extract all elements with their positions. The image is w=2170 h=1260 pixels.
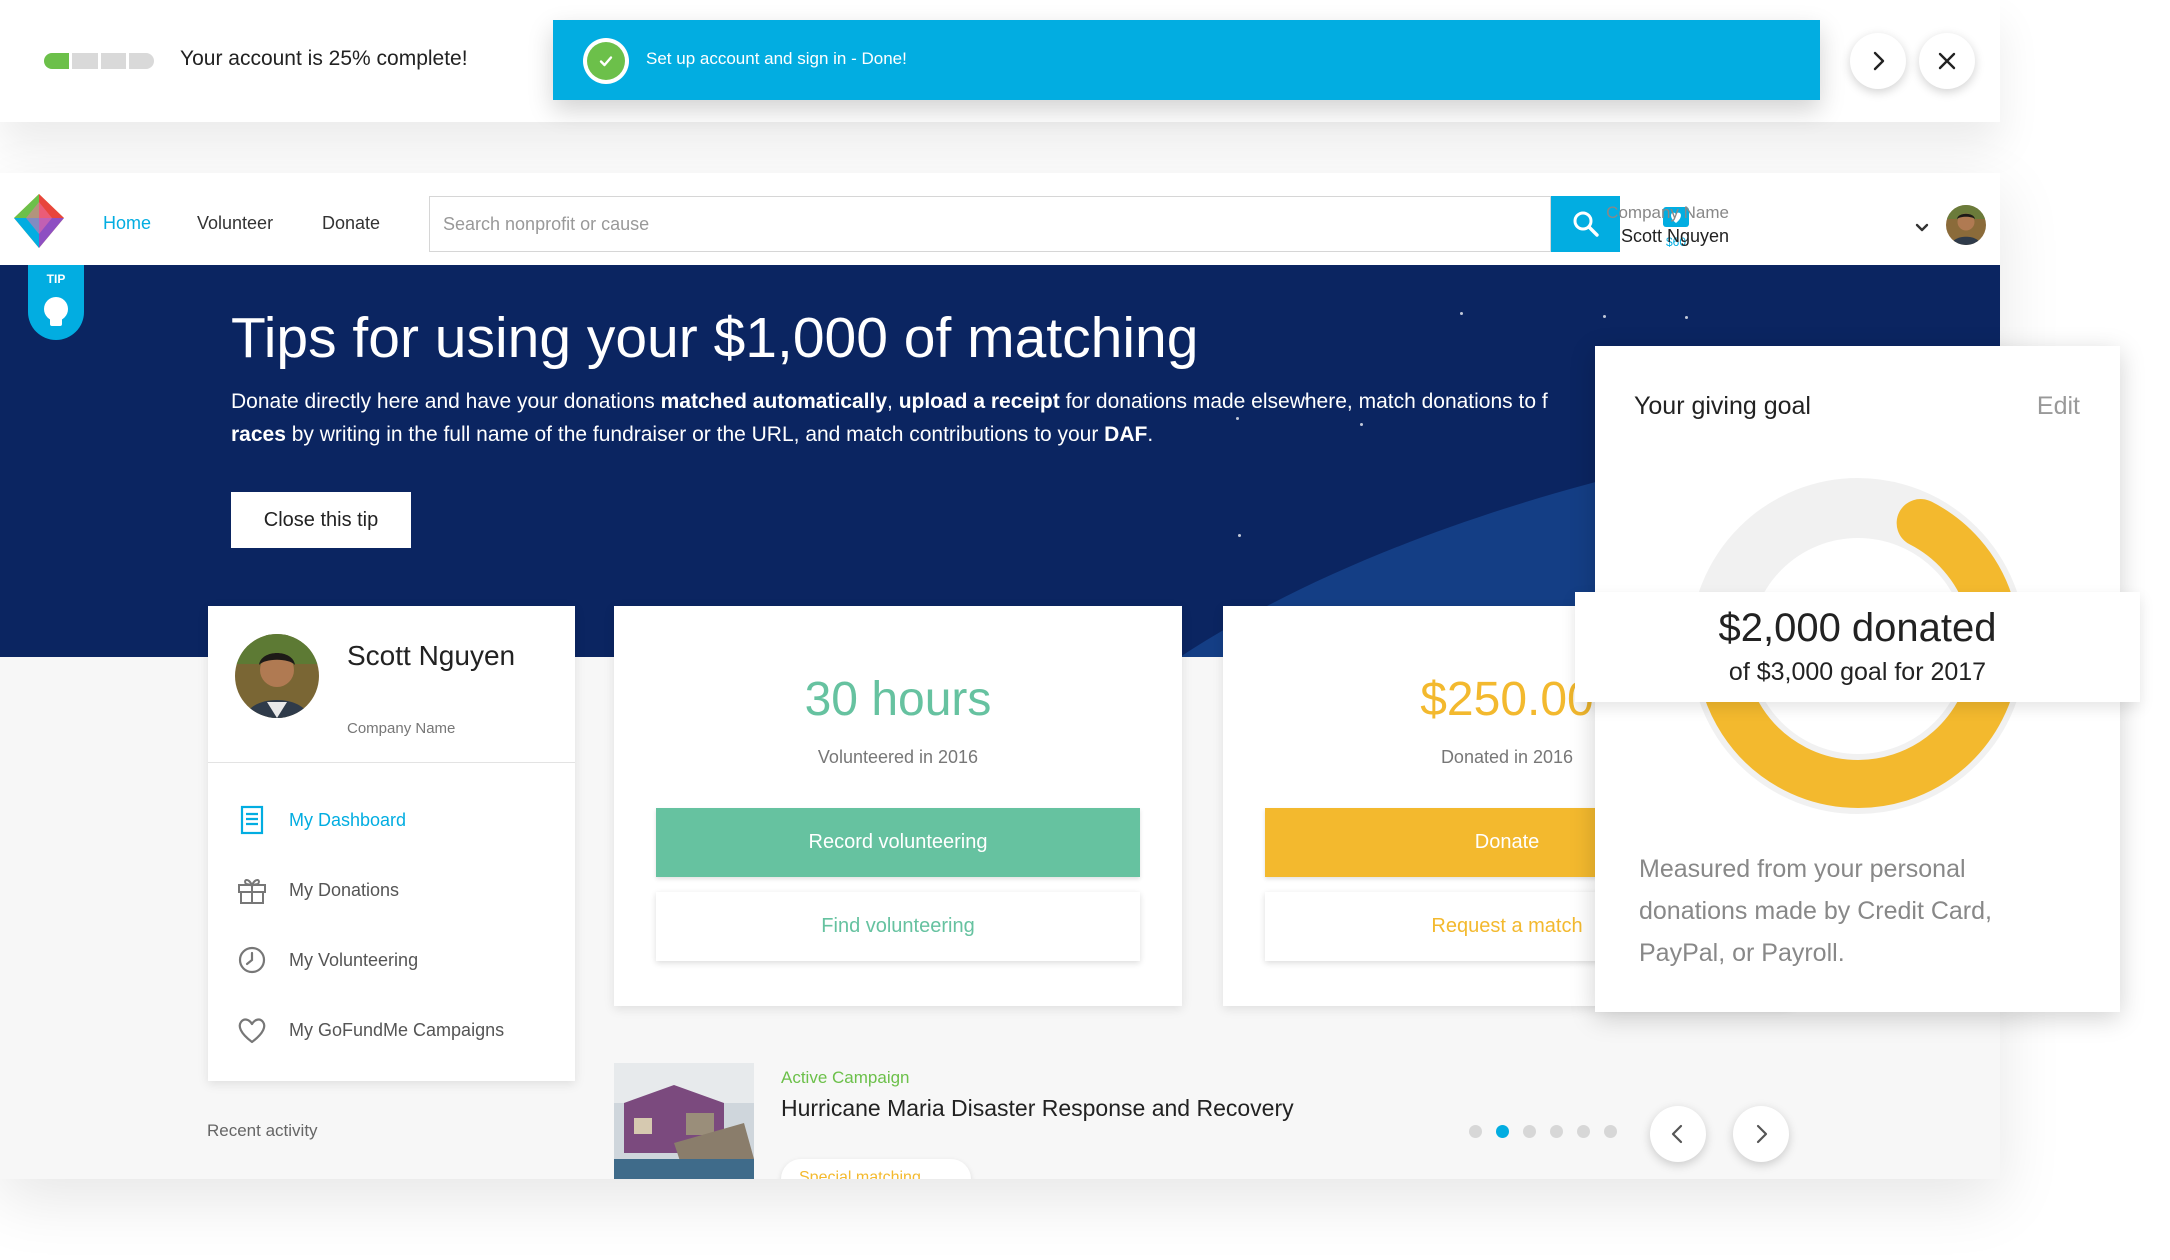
nav-donate-link[interactable]: Donate [322, 213, 380, 234]
carousel-dot[interactable] [1550, 1125, 1563, 1138]
search-box [429, 196, 1552, 252]
find-volunteering-button[interactable]: Find volunteering [656, 892, 1140, 961]
chevron-right-icon [1756, 1124, 1768, 1144]
carousel-dot[interactable] [1577, 1125, 1590, 1138]
progress-segment [100, 53, 126, 69]
volunteer-summary-card: 30 hours Volunteered in 2016 Record volu… [614, 606, 1182, 1006]
carousel-dot[interactable] [1469, 1125, 1482, 1138]
star-decoration [1603, 315, 1606, 318]
account-progress-bar: Your account is 25% complete! Set up acc… [0, 0, 2000, 122]
chevron-right-icon [1873, 51, 1885, 71]
volunteer-hours: 30 hours [804, 673, 992, 726]
tip-title: Tips for using your $1,000 of matching [231, 306, 1199, 370]
progress-segment [128, 53, 154, 69]
top-navigation: Home Volunteer Donate $60 Company Name S… [0, 173, 2000, 265]
special-matching-badge[interactable]: Special matching [781, 1159, 971, 1179]
carousel-dot[interactable] [1496, 1125, 1509, 1138]
goal-target-text: of $3,000 goal for 2017 [1728, 658, 1987, 686]
sidebar-item-donations[interactable]: My Donations [235, 873, 555, 907]
carousel-dot[interactable] [1523, 1125, 1536, 1138]
star-decoration [1460, 312, 1463, 315]
campaign-title[interactable]: Hurricane Maria Disaster Response and Re… [781, 1095, 1294, 1122]
sidebar-item-label: My Donations [289, 880, 400, 900]
giving-goal-title: Your giving goal [1634, 392, 1811, 420]
sidebar-item-label: My GoFundMe Campaigns [289, 1020, 505, 1040]
campaign-kicker: Active Campaign [781, 1068, 910, 1087]
volunteer-caption: Volunteered in 2016 [817, 747, 979, 767]
chevron-down-icon[interactable] [1915, 223, 1929, 233]
toast-message: Set up account and sign in - Done! [646, 49, 907, 68]
carousel-dots [1469, 1125, 1617, 1138]
carousel-prev-button[interactable] [1650, 1106, 1706, 1162]
profile-card: Scott Nguyen Company Name My Dashboard M… [208, 606, 575, 1081]
dismiss-progress-button[interactable] [1919, 33, 1975, 89]
search-input[interactable] [430, 197, 1552, 251]
goal-summary-band: $2,000 donated of $3,000 goal for 2017 [1575, 592, 2140, 702]
sidebar-item-volunteering[interactable]: My Volunteering [235, 943, 555, 977]
giving-goal-panel: Your giving goal Edit $2,000 donated of … [1575, 346, 2140, 1012]
tip-body: Donate directly here and have your donat… [231, 390, 1548, 446]
nav-user-name[interactable]: Scott Nguyen [1621, 226, 1729, 247]
avatar[interactable] [235, 634, 319, 718]
next-step-button[interactable] [1850, 33, 1906, 89]
sidebar-item-dashboard[interactable]: My Dashboard [235, 803, 555, 837]
carousel-next-button[interactable] [1733, 1106, 1789, 1162]
search-icon [1573, 211, 1599, 237]
record-volunteering-button[interactable]: Record volunteering [656, 808, 1140, 877]
svg-text:TIP: TIP [47, 272, 66, 286]
campaign-image[interactable] [614, 1063, 754, 1179]
goal-note: Measured from your personal donations ma… [1639, 855, 1992, 967]
recent-activity-heading: Recent activity [207, 1121, 318, 1140]
heart-icon [238, 1018, 266, 1044]
progress-segment-filled [44, 53, 70, 69]
goal-donated-amount: $2,000 donated [1718, 606, 1997, 650]
clock-icon [238, 946, 266, 974]
sidebar-item-gofundme[interactable]: My GoFundMe Campaigns [235, 1013, 555, 1047]
star-decoration [1685, 316, 1688, 319]
brand-logo-icon[interactable] [14, 194, 64, 248]
close-icon [1938, 52, 1956, 70]
progress-message: Your account is 25% complete! [180, 47, 468, 70]
chevron-left-icon [1671, 1124, 1683, 1144]
avatar[interactable] [1946, 205, 1986, 245]
close-tip-button[interactable]: Close this tip [231, 492, 411, 548]
nav-volunteer-link[interactable]: Volunteer [197, 213, 273, 234]
success-toast: Set up account and sign in - Done! [553, 20, 1820, 100]
star-decoration [1238, 534, 1241, 537]
nav-company-name: Company Name [1606, 203, 1729, 222]
nav-home-link[interactable]: Home [103, 213, 151, 234]
divider [208, 762, 575, 763]
sidebar-item-label: My Volunteering [289, 950, 419, 970]
progress-meter [44, 53, 154, 69]
profile-name: Scott Nguyen [347, 640, 516, 671]
profile-company: Company Name [347, 720, 456, 737]
gift-icon [238, 879, 266, 904]
dashboard-icon [240, 805, 264, 835]
carousel-dot[interactable] [1604, 1125, 1617, 1138]
edit-goal-button[interactable]: Edit [2037, 392, 2080, 421]
progress-segment [72, 53, 98, 69]
check-icon [583, 38, 629, 84]
sidebar-item-label: My Dashboard [289, 810, 407, 830]
tip-lightbulb-icon: TIP [28, 265, 84, 340]
